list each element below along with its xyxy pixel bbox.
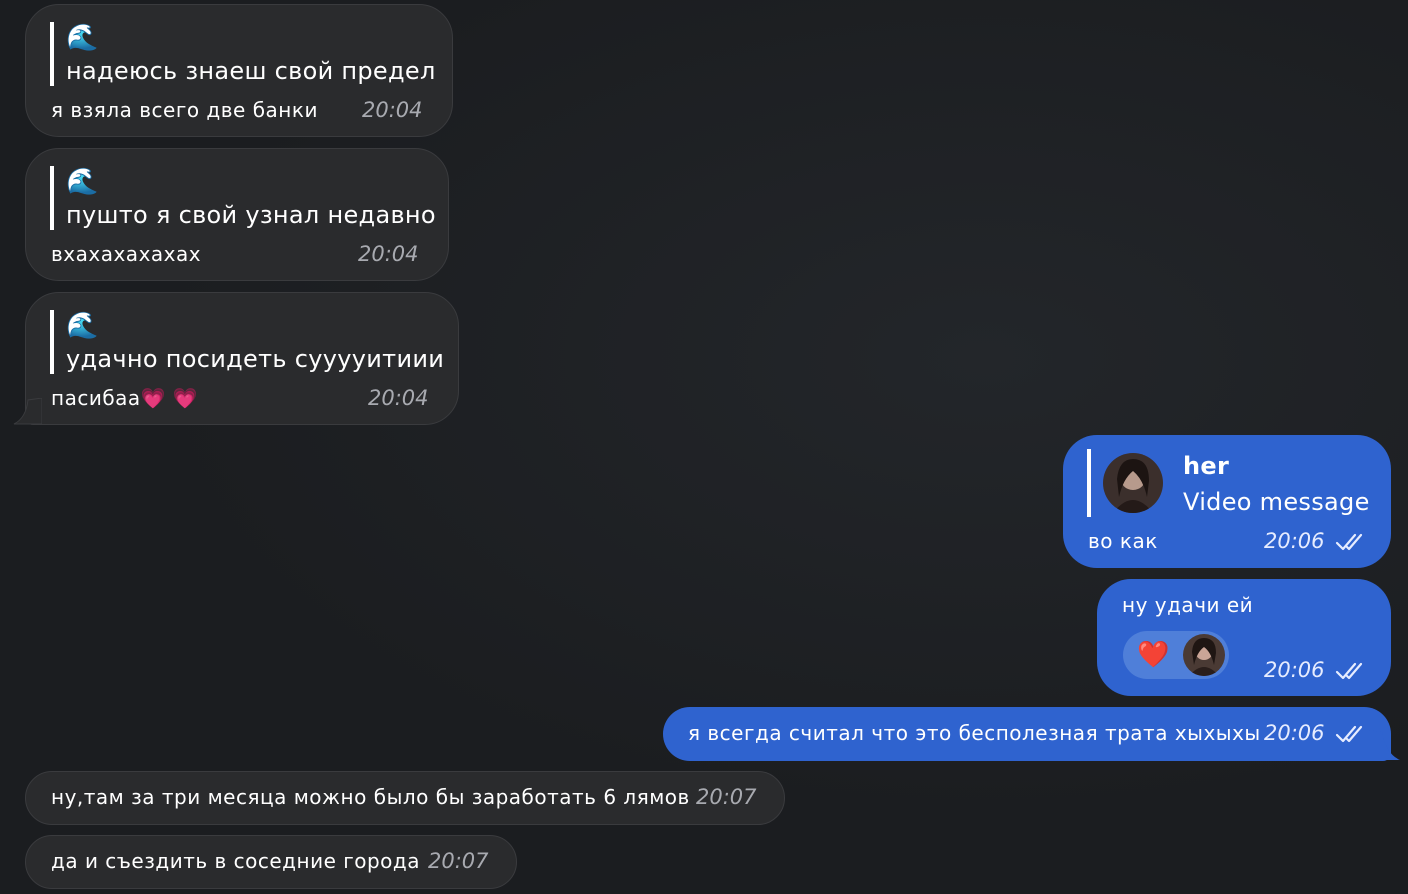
double-check-icon	[1336, 725, 1363, 743]
double-check-icon	[1336, 662, 1363, 680]
message-text: да и съездить в соседние города	[51, 849, 420, 873]
outgoing-message[interactable]: ну удачи ей ❤️ 20:06	[1097, 579, 1391, 696]
incoming-message[interactable]: 🌊 удачно посидеть сууууитиии пасибаа💗 💗 …	[25, 292, 459, 425]
quoted-text: удачно посидеть сууууитиии	[66, 345, 445, 373]
reply-quote[interactable]: 🌊 пушто я свой узнал недавно	[50, 166, 436, 230]
message-time: 20:04	[368, 386, 429, 410]
message-time: 20:06	[1264, 529, 1325, 553]
chat-history: 🌊 надеюсь знаеш свой предел я взяла всег…	[0, 0, 1408, 894]
message-time: 20:06	[1264, 658, 1325, 682]
quoted-avatar	[1103, 453, 1163, 513]
message-text: я взяла всего две банки	[51, 98, 318, 122]
message-time: 20:07	[696, 785, 757, 809]
quoted-text: Video message	[1183, 488, 1370, 516]
incoming-message[interactable]: 🌊 пушто я свой узнал недавно вхахахахаха…	[25, 148, 449, 281]
reactor-avatar	[1183, 634, 1225, 676]
message-time: 20:06	[1264, 721, 1325, 745]
reaction-pill[interactable]: ❤️	[1123, 631, 1229, 679]
message-text: вхахахахахах	[51, 242, 202, 266]
message-text: ну удачи ей	[1122, 593, 1254, 617]
heart-reaction-icon: ❤️	[1137, 640, 1170, 670]
quoted-text: надеюсь знаеш свой предел	[66, 57, 436, 85]
outgoing-message[interactable]: я всегда считал что это бесполезная трат…	[663, 707, 1391, 761]
message-time: 20:07	[428, 849, 489, 873]
message-time-row: 20:06	[1264, 721, 1365, 745]
message-time-row: 20:06	[1264, 658, 1365, 682]
quoted-author: her	[1183, 452, 1230, 480]
reply-quote[interactable]: 🌊 надеюсь знаеш свой предел	[50, 22, 436, 86]
message-text: пасибаа💗 💗	[51, 386, 199, 410]
wave-emoji: 🌊	[66, 311, 99, 341]
message-text: я всегда считал что это бесполезная трат…	[688, 721, 1261, 745]
reply-quote[interactable]: her Video message	[1087, 449, 1369, 517]
wave-emoji: 🌊	[66, 23, 99, 53]
bubble-tail	[1368, 730, 1400, 760]
avatar-photo-icon	[1183, 634, 1225, 676]
message-time: 20:04	[362, 98, 423, 122]
outgoing-message[interactable]: her Video message во как 20:06	[1063, 435, 1391, 568]
message-text: во как	[1088, 529, 1158, 553]
bubble-tail	[13, 398, 42, 425]
quoted-text: пушто я свой узнал недавно	[66, 201, 436, 229]
message-text: ну,там за три месяца можно было бы зараб…	[51, 785, 690, 809]
message-time: 20:04	[358, 242, 419, 266]
message-time-row: 20:06	[1264, 529, 1365, 553]
avatar-photo-icon	[1103, 453, 1163, 513]
double-check-icon	[1336, 533, 1363, 551]
wave-emoji: 🌊	[66, 167, 99, 197]
incoming-message[interactable]: ну,там за три месяца можно было бы зараб…	[25, 771, 785, 825]
reply-quote[interactable]: 🌊 удачно посидеть сууууитиии	[50, 310, 444, 374]
incoming-message[interactable]: да и съездить в соседние города 20:07	[25, 835, 517, 889]
incoming-message[interactable]: 🌊 надеюсь знаеш свой предел я взяла всег…	[25, 4, 453, 137]
